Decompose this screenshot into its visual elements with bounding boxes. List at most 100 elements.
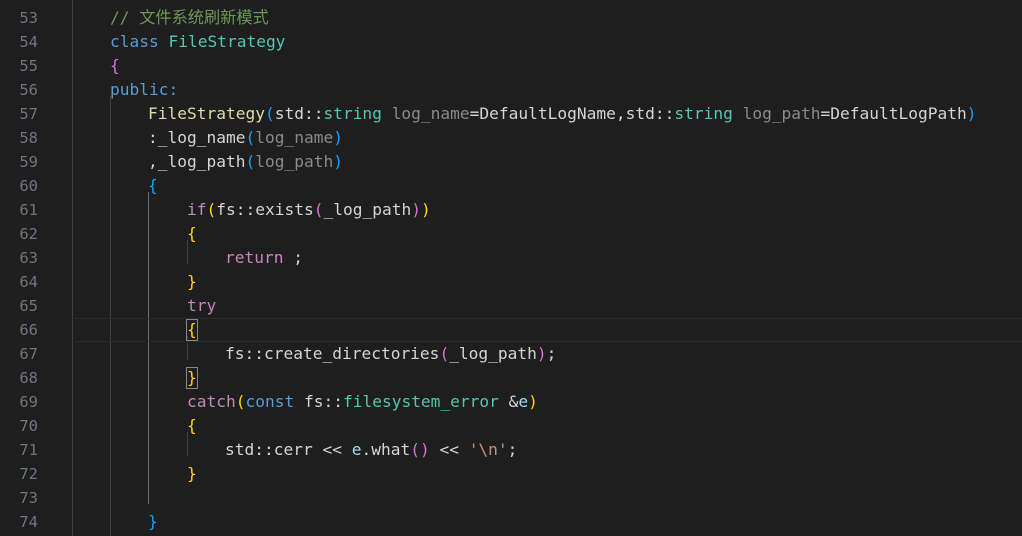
default-value: =DefaultLogPath bbox=[820, 104, 967, 123]
code-line[interactable]: 58 :_log_name(log_name) bbox=[0, 126, 1022, 150]
line-number: 74 bbox=[19, 513, 38, 531]
scope-operator: :: bbox=[303, 104, 324, 123]
paren: ) bbox=[966, 104, 977, 123]
line-number: 64 bbox=[19, 273, 38, 291]
code-line[interactable]: 72 } bbox=[0, 462, 1022, 486]
keyword: const bbox=[245, 392, 295, 411]
line-number: 63 bbox=[19, 249, 38, 267]
string-literal: '\n' bbox=[468, 440, 508, 459]
keyword: class bbox=[110, 32, 159, 51]
code-line[interactable]: 62 { bbox=[0, 222, 1022, 246]
code-line[interactable]: 63 return ; bbox=[0, 246, 1022, 270]
default-value: =DefaultLogName, bbox=[469, 104, 626, 123]
code-line[interactable]: 64 } bbox=[0, 270, 1022, 294]
line-number: 69 bbox=[19, 393, 38, 411]
line-number: 73 bbox=[19, 489, 38, 507]
scope-operator: :: bbox=[323, 392, 343, 411]
bracket-match-box bbox=[186, 319, 198, 341]
bracket-match-box bbox=[186, 367, 198, 389]
brace: { bbox=[187, 416, 197, 435]
keyword: if bbox=[187, 200, 207, 219]
code-line[interactable]: 60 { bbox=[0, 174, 1022, 198]
argument: log_name bbox=[255, 128, 334, 147]
access-specifier: public: bbox=[110, 80, 179, 99]
keyword: return bbox=[225, 248, 284, 267]
code-line[interactable]: 54 class FileStrategy bbox=[0, 30, 1022, 54]
code-line[interactable]: 65 try bbox=[0, 294, 1022, 318]
brace: } bbox=[187, 464, 197, 483]
paren: ( bbox=[245, 128, 256, 147]
line-number: 55 bbox=[19, 57, 38, 75]
object-name: cerr bbox=[273, 440, 313, 459]
brace: { bbox=[110, 56, 120, 75]
member-name: _log_name bbox=[157, 128, 246, 147]
paren: ( bbox=[206, 200, 217, 219]
line-number: 57 bbox=[19, 105, 38, 123]
brace: } bbox=[148, 512, 158, 531]
line-number: 62 bbox=[19, 225, 38, 243]
code-line[interactable]: 59 ,_log_path(log_path) bbox=[0, 150, 1022, 174]
line-number: 61 bbox=[19, 201, 38, 219]
paren: () bbox=[410, 440, 430, 459]
code-line[interactable]: 56 public: bbox=[0, 78, 1022, 102]
namespace: std bbox=[274, 104, 304, 123]
paren: ) bbox=[333, 152, 343, 171]
namespace: fs bbox=[303, 392, 324, 411]
paren: ) bbox=[420, 200, 431, 219]
function-name: exists bbox=[255, 200, 314, 219]
keyword: try bbox=[187, 296, 217, 315]
type-name: filesystem_error bbox=[342, 392, 499, 411]
code-line[interactable]: 69 catch(const fs::filesystem_error &e) bbox=[0, 390, 1022, 414]
method-name: what bbox=[371, 440, 411, 459]
member-name: _log_path bbox=[157, 152, 246, 171]
parameter: log_name bbox=[391, 104, 470, 123]
brace: } bbox=[187, 272, 197, 291]
line-number: 71 bbox=[19, 441, 38, 459]
namespace: std bbox=[625, 104, 655, 123]
constructor-name: FileStrategy bbox=[148, 104, 265, 123]
function-name: create_directories bbox=[264, 344, 440, 363]
code-line[interactable]: 57 FileStrategy(std::string log_name=Def… bbox=[0, 102, 1022, 126]
code-line[interactable]: 55 { bbox=[0, 54, 1022, 78]
parameter: log_path bbox=[742, 104, 821, 123]
paren: ( bbox=[245, 152, 256, 171]
code-line[interactable]: 67 fs::create_directories(_log_path); bbox=[0, 342, 1022, 366]
code-line[interactable]: 61 if(fs::exists(_log_path)) bbox=[0, 198, 1022, 222]
code-line[interactable]: 74 } bbox=[0, 510, 1022, 534]
code-line[interactable]: 53 // 文件系统刷新模式 bbox=[0, 6, 1022, 30]
code-line[interactable]: 66 { bbox=[0, 318, 1022, 342]
paren: ) bbox=[411, 200, 421, 219]
paren: ( bbox=[264, 104, 275, 123]
line-number: 60 bbox=[19, 177, 38, 195]
namespace: fs bbox=[216, 200, 236, 219]
code-editor[interactable]: 53 // 文件系统刷新模式 54 class FileStrategy 55 … bbox=[0, 0, 1022, 536]
code-line[interactable]: 71 std::cerr << e.what() << '\n'; bbox=[0, 438, 1022, 462]
operator: << bbox=[312, 440, 352, 459]
brace: { bbox=[187, 224, 197, 243]
brace: { bbox=[148, 176, 158, 195]
namespace: fs bbox=[225, 344, 245, 363]
code-line[interactable]: 73 bbox=[0, 486, 1022, 510]
argument: _log_path bbox=[449, 344, 537, 363]
scope-operator: :: bbox=[244, 344, 265, 363]
line-number: 53 bbox=[19, 9, 38, 27]
line-number: 58 bbox=[19, 129, 38, 147]
paren: ) bbox=[536, 344, 547, 363]
scope-operator: :: bbox=[654, 104, 675, 123]
namespace: std bbox=[225, 440, 255, 459]
comment: // 文件系统刷新模式 bbox=[110, 8, 269, 27]
class-name: FileStrategy bbox=[168, 32, 286, 51]
operator: << bbox=[429, 440, 469, 459]
paren: ) bbox=[528, 392, 538, 411]
paren: ( bbox=[439, 344, 450, 363]
variable: e bbox=[351, 440, 362, 459]
scope-operator: :: bbox=[254, 440, 274, 459]
line-number: 72 bbox=[19, 465, 38, 483]
line-number: 59 bbox=[19, 153, 38, 171]
argument: _log_path bbox=[323, 200, 412, 219]
line-number: 65 bbox=[19, 297, 38, 315]
argument: log_path bbox=[255, 152, 334, 171]
code-line[interactable]: 68 } bbox=[0, 366, 1022, 390]
code-line[interactable]: 70 { bbox=[0, 414, 1022, 438]
line-number: 70 bbox=[19, 417, 38, 435]
